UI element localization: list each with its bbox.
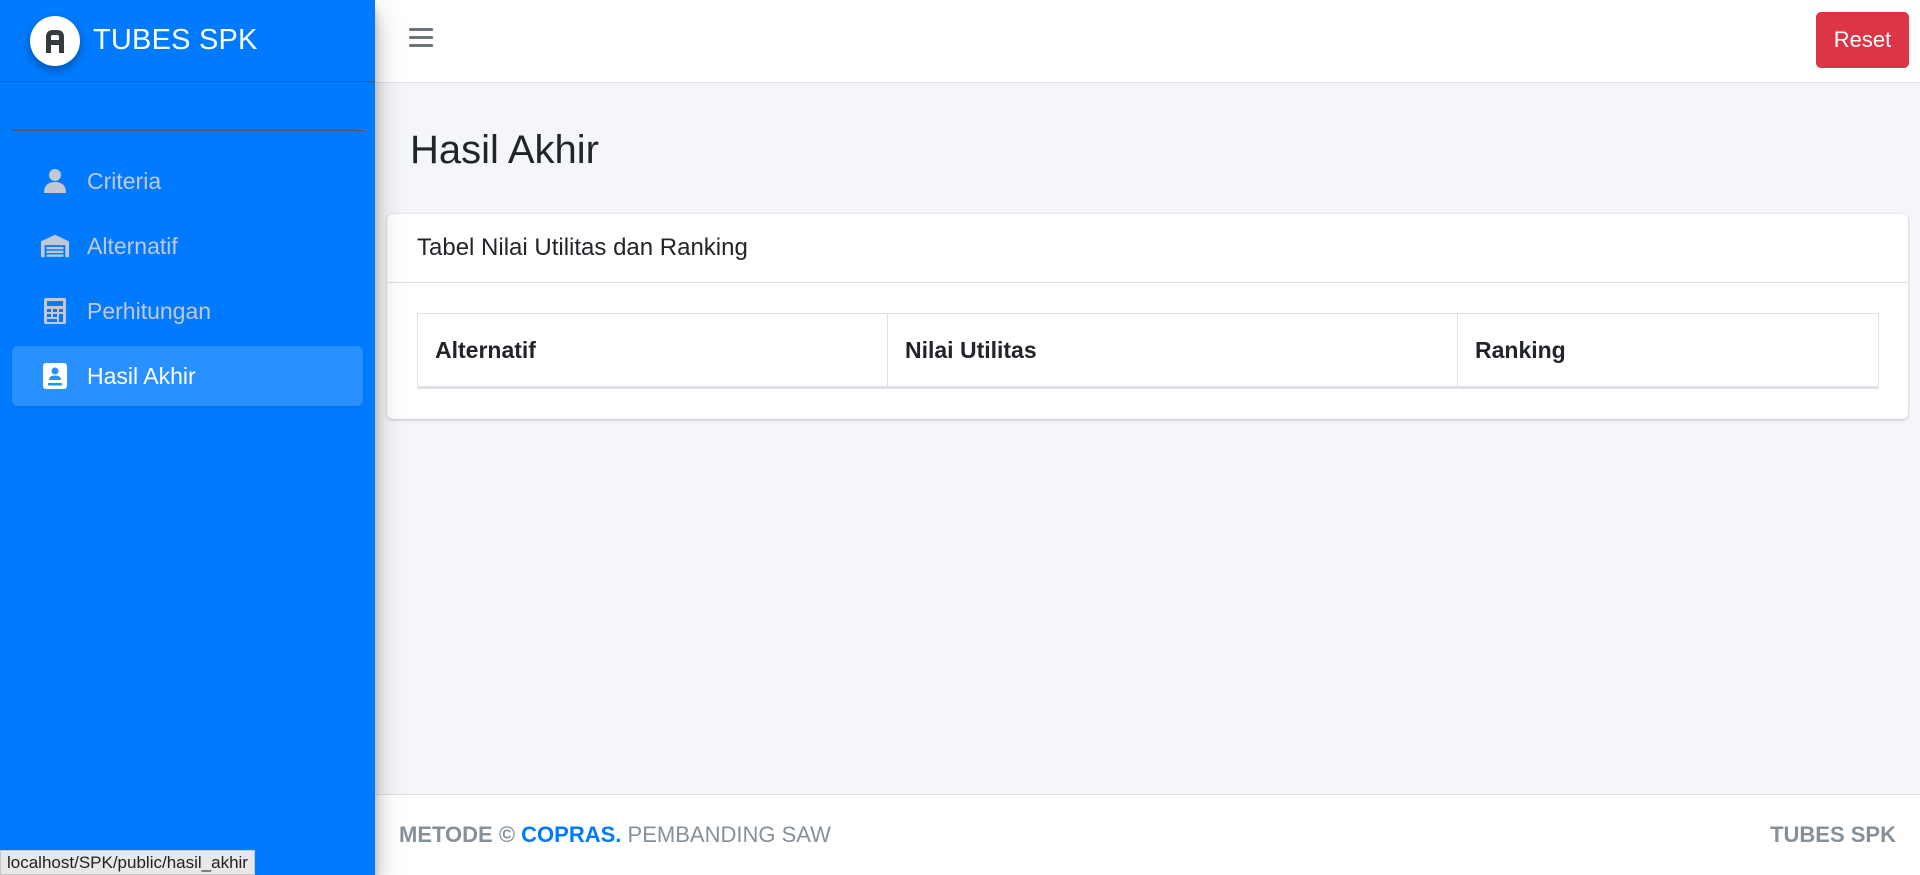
sidebar-item-label: Hasil Akhir: [87, 362, 196, 389]
warehouse-icon: [40, 231, 70, 261]
result-card: Tabel Nilai Utilitas dan Ranking Alterna…: [387, 214, 1908, 419]
browser-status-url: localhost/SPK/public/hasil_akhir: [0, 850, 255, 875]
app-logo-icon: [30, 15, 80, 66]
column-header-alternatif[interactable]: Alternatif: [417, 313, 888, 389]
top-navbar: Reset: [375, 0, 1920, 83]
sidebar-item-label: Alternatif: [87, 232, 178, 259]
footer-method-link[interactable]: COPRAS.: [521, 822, 621, 847]
table-header-row: Alternatif Nilai Utilitas Ranking: [417, 313, 1879, 389]
sidebar: TUBES SPK Criteria Alternatif Perhitunga…: [0, 0, 375, 875]
column-header-nilai-utilitas[interactable]: Nilai Utilitas: [887, 313, 1458, 389]
sidebar-item-hasil-akhir[interactable]: Hasil Akhir: [12, 346, 363, 406]
page-title: Hasil Akhir: [410, 128, 599, 172]
footer-right: TUBES SPK: [1770, 822, 1896, 847]
sidebar-nav: Criteria Alternatif Perhitungan Hasil Ak…: [0, 151, 375, 406]
sidebar-item-perhitungan[interactable]: Perhitungan: [12, 281, 363, 341]
sidebar-item-alternatif[interactable]: Alternatif: [12, 216, 363, 276]
brand-title: TUBES SPK: [93, 24, 258, 56]
menu-toggle-icon[interactable]: [409, 28, 433, 52]
card-header: Tabel Nilai Utilitas dan Ranking: [387, 214, 1908, 283]
footer: METODE © COPRAS. PEMBANDING SAW TUBES SP…: [375, 794, 1920, 875]
footer-metode: METODE ©: [399, 822, 516, 847]
footer-compare: PEMBANDING SAW: [627, 822, 831, 847]
footer-left: METODE © COPRAS. PEMBANDING SAW: [399, 822, 831, 848]
result-table: Alternatif Nilai Utilitas Ranking: [417, 313, 1879, 389]
reset-button[interactable]: Reset: [1816, 12, 1909, 68]
sidebar-item-label: Perhitungan: [87, 297, 212, 324]
brand-link[interactable]: TUBES SPK: [0, 0, 375, 82]
sidebar-item-label: Criteria: [87, 167, 162, 194]
card-title: Tabel Nilai Utilitas dan Ranking: [417, 234, 748, 261]
sidebar-divider: [12, 130, 363, 131]
calculator-icon: [40, 296, 70, 326]
user-badge-icon: [40, 361, 70, 391]
user-icon: [40, 166, 70, 196]
sidebar-item-criteria[interactable]: Criteria: [12, 151, 363, 211]
column-header-ranking[interactable]: Ranking: [1457, 313, 1879, 389]
